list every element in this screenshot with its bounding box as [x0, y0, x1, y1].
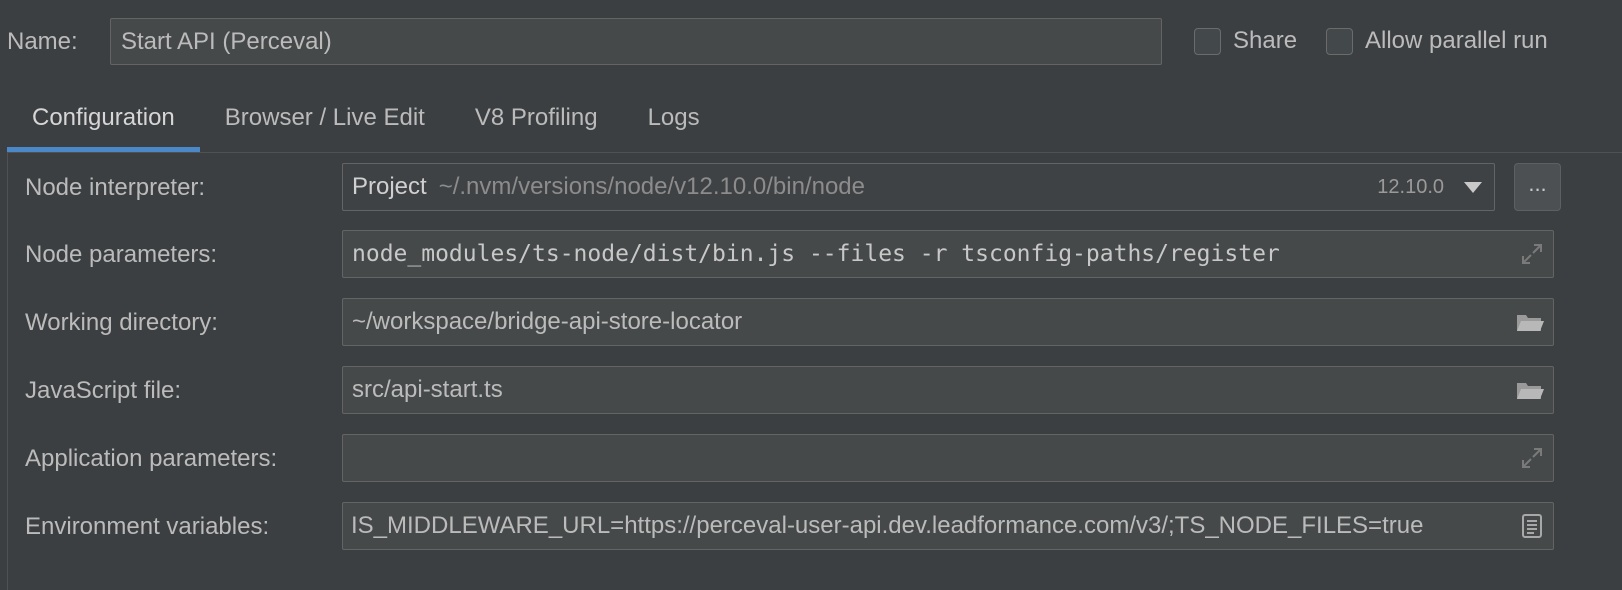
node-parameters-row: Node parameters: node_modules/ts-node/di…: [8, 230, 1622, 278]
name-row: Name: Start API (Perceval) Share Allow p…: [0, 0, 1622, 84]
environment-variables-value: IS_MIDDLEWARE_URL=https://perceval-user-…: [351, 512, 1424, 539]
working-directory-row: Working directory: ~/workspace/bridge-ap…: [8, 298, 1622, 346]
interpreter-version: 12.10.0: [1377, 176, 1444, 198]
tab-logs[interactable]: Logs: [623, 92, 725, 152]
parallel-run-checkbox-group[interactable]: Allow parallel run: [1326, 27, 1548, 55]
tab-configuration[interactable]: Configuration: [7, 92, 200, 152]
application-parameters-label: Application parameters:: [25, 445, 278, 472]
document-icon[interactable]: [1519, 513, 1545, 539]
tab-v8-profiling[interactable]: V8 Profiling: [450, 92, 623, 152]
folder-icon[interactable]: [1515, 309, 1545, 335]
interpreter-path: ~/.nvm/versions/node/v12.10.0/bin/node: [438, 173, 865, 200]
node-interpreter-row: Node interpreter: Project ~/.nvm/versions…: [8, 163, 1622, 211]
tab-bar: Configuration Browser / Live Edit V8 Pro…: [7, 92, 725, 152]
node-interpreter-select[interactable]: Project ~/.nvm/versions/node/v12.10.0/bin…: [342, 163, 1495, 211]
interpreter-kind: Project: [352, 173, 427, 200]
folder-icon[interactable]: [1515, 377, 1545, 403]
javascript-file-value: src/api-start.ts: [352, 376, 503, 403]
node-interpreter-label: Node interpreter:: [25, 174, 206, 201]
node-parameters-value: node_modules/ts-node/dist/bin.js --files…: [352, 241, 1280, 267]
expand-icon[interactable]: [1519, 241, 1545, 267]
application-parameters-input[interactable]: [342, 434, 1554, 482]
browse-interpreter-button[interactable]: ...: [1514, 163, 1561, 211]
environment-variables-input[interactable]: IS_MIDDLEWARE_URL=https://perceval-user-…: [342, 502, 1554, 550]
chevron-down-icon[interactable]: [1464, 182, 1482, 193]
share-label: Share: [1233, 27, 1298, 54]
node-parameters-label: Node parameters:: [25, 241, 218, 268]
application-parameters-row: Application parameters:: [8, 434, 1622, 482]
environment-variables-row: Environment variables: IS_MIDDLEWARE_URL…: [8, 502, 1622, 550]
share-checkbox-group[interactable]: Share: [1194, 27, 1297, 55]
parallel-run-checkbox[interactable]: [1326, 27, 1353, 55]
node-parameters-input[interactable]: node_modules/ts-node/dist/bin.js --files…: [342, 230, 1554, 278]
javascript-file-label: JavaScript file:: [25, 377, 182, 404]
environment-variables-label: Environment variables:: [25, 513, 270, 540]
tab-browser-live-edit[interactable]: Browser / Live Edit: [200, 92, 450, 152]
expand-icon[interactable]: [1519, 445, 1545, 471]
javascript-file-row: JavaScript file: src/api-start.ts: [8, 366, 1622, 414]
parallel-run-label: Allow parallel run: [1365, 27, 1548, 54]
javascript-file-input[interactable]: src/api-start.ts: [342, 366, 1554, 414]
name-label: Name:: [7, 28, 78, 55]
name-input[interactable]: Start API (Perceval): [110, 18, 1162, 65]
share-checkbox[interactable]: [1194, 27, 1221, 55]
working-directory-value: ~/workspace/bridge-api-store-locator: [352, 308, 743, 335]
working-directory-input[interactable]: ~/workspace/bridge-api-store-locator: [342, 298, 1554, 346]
working-directory-label: Working directory:: [25, 309, 218, 336]
configuration-panel: Node interpreter: Project ~/.nvm/versions…: [7, 152, 1622, 590]
